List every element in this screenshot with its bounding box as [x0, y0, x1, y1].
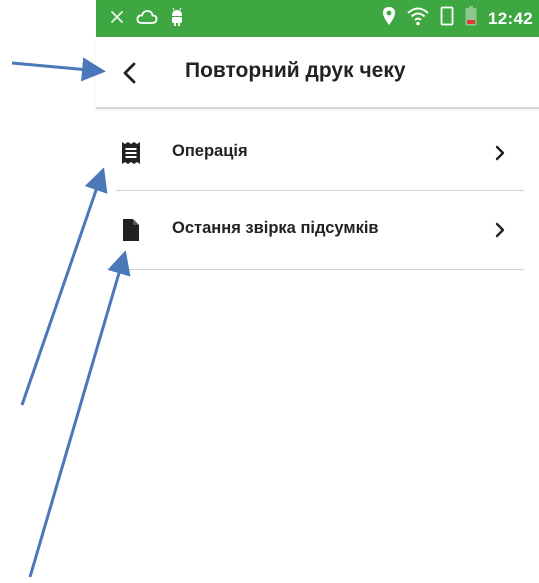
back-button[interactable]	[116, 59, 144, 87]
phone-screen: 12:42 Повторний друк чеку Операція Остан…	[96, 0, 539, 583]
divider	[116, 269, 524, 270]
cloud-icon	[136, 9, 158, 30]
document-icon	[120, 218, 142, 242]
menu-item-operation[interactable]: Операція	[116, 114, 524, 192]
menu-item-label: Операція	[172, 142, 248, 160]
receipt-icon	[120, 141, 142, 165]
location-icon	[382, 6, 396, 31]
android-icon	[170, 7, 184, 31]
arrow-to-back-button	[11, 57, 106, 82]
close-icon	[110, 10, 124, 29]
menu-item-label: Остання звірка підсумків	[172, 219, 379, 237]
app-bar: Повторний друк чеку	[96, 37, 539, 109]
battery-icon	[465, 6, 477, 31]
status-time: 12:42	[488, 8, 533, 28]
page-title: Повторний друк чеку	[185, 59, 406, 82]
chevron-left-icon	[116, 62, 144, 91]
chevron-right-icon	[492, 144, 508, 162]
menu-item-last-reconciliation[interactable]: Остання звірка підсумків	[116, 191, 524, 269]
wifi-icon	[407, 6, 429, 31]
chevron-right-icon	[492, 221, 508, 239]
sim-icon	[440, 6, 454, 31]
arrow-to-receipt-icon	[20, 167, 108, 406]
status-bar: 12:42	[96, 0, 539, 37]
